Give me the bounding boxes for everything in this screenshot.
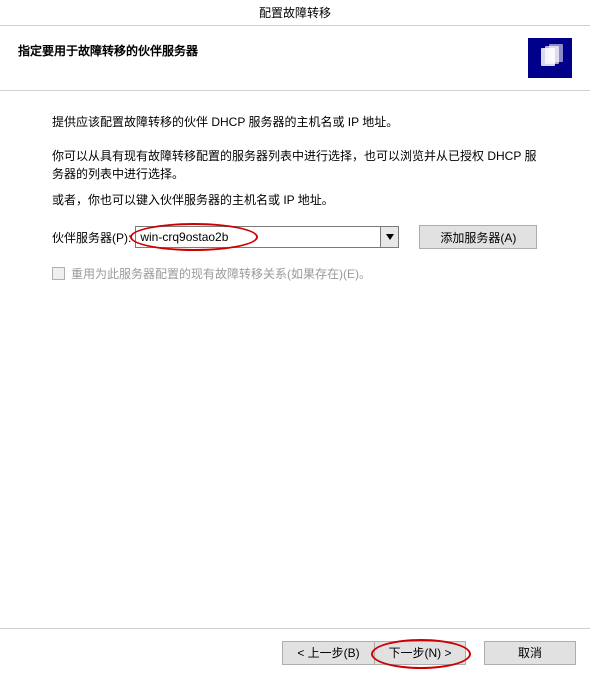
back-button[interactable]: < 上一步(B)	[282, 641, 374, 665]
instruction-text-2: 你可以从具有现有故障转移配置的服务器列表中进行选择，也可以浏览并从已授权 DHC…	[52, 147, 546, 183]
window-title-bar: 配置故障转移	[0, 0, 590, 26]
instruction-text-1: 提供应该配置故障转移的伙伴 DHCP 服务器的主机名或 IP 地址。	[52, 113, 546, 131]
wizard-header: 指定要用于故障转移的伙伴服务器	[0, 26, 590, 91]
cancel-button[interactable]: 取消	[484, 641, 576, 665]
partner-server-row: 伙伴服务器(P): 添加服务器(A)	[52, 225, 546, 249]
back-button-label: < 上一步(B)	[297, 644, 359, 661]
reuse-checkbox-label: 重用为此服务器配置的现有故障转移关系(如果存在)(E)。	[71, 265, 371, 282]
partner-server-label: 伙伴服务器(P):	[52, 229, 131, 246]
window-title: 配置故障转移	[259, 6, 331, 20]
partner-server-input[interactable]	[136, 227, 380, 247]
instruction-text-3: 或者，你也可以键入伙伴服务器的主机名或 IP 地址。	[52, 191, 546, 209]
next-button[interactable]: 下一步(N) >	[374, 641, 466, 665]
partner-server-combobox[interactable]	[135, 226, 399, 248]
wizard-body: 提供应该配置故障转移的伙伴 DHCP 服务器的主机名或 IP 地址。 你可以从具…	[0, 91, 590, 628]
dhcp-icon	[528, 38, 572, 78]
reuse-checkbox-row: 重用为此服务器配置的现有故障转移关系(如果存在)(E)。	[52, 265, 546, 282]
page-heading: 指定要用于故障转移的伙伴服务器	[18, 42, 198, 59]
next-button-label: 下一步(N) >	[388, 644, 451, 661]
reuse-checkbox	[52, 267, 65, 280]
dropdown-arrow-icon[interactable]	[380, 227, 398, 247]
add-server-button[interactable]: 添加服务器(A)	[419, 225, 537, 249]
wizard-footer: < 上一步(B) 下一步(N) > 取消	[0, 628, 590, 676]
add-server-button-label: 添加服务器(A)	[440, 229, 516, 246]
cancel-button-label: 取消	[518, 644, 542, 661]
nav-button-group: < 上一步(B) 下一步(N) >	[282, 641, 466, 665]
